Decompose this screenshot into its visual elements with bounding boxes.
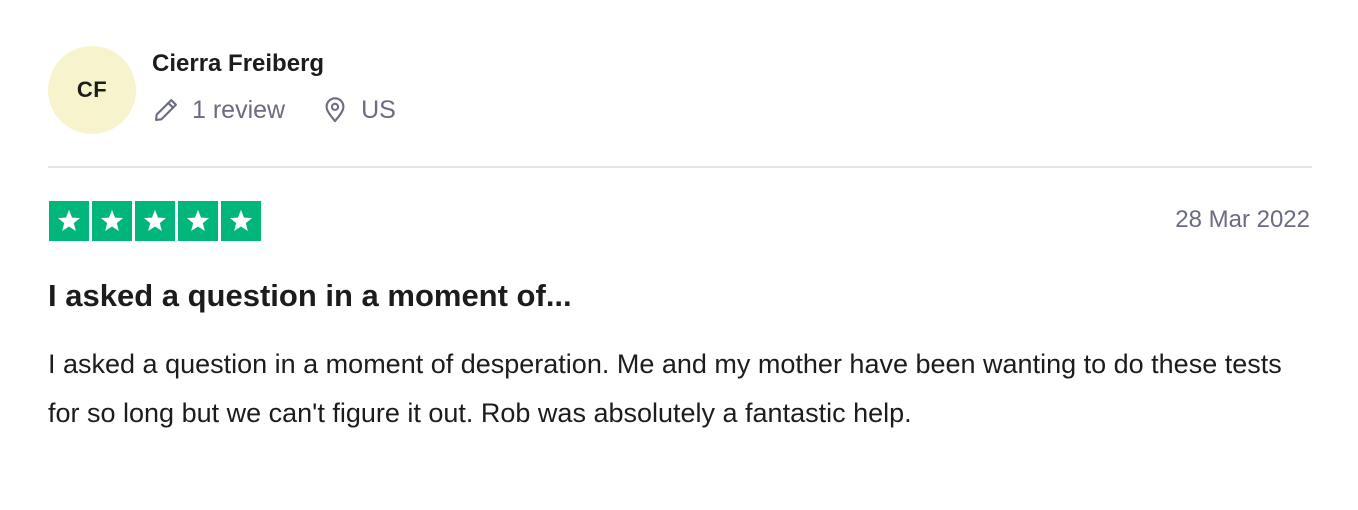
reviewer-name[interactable]: Cierra Freiberg bbox=[152, 50, 396, 78]
review-count: 1 review bbox=[152, 96, 285, 125]
pencil-icon bbox=[152, 96, 180, 124]
location-pin-icon bbox=[321, 96, 349, 124]
review-date: 28 Mar 2022 bbox=[1175, 206, 1310, 233]
avatar[interactable]: CF bbox=[48, 46, 136, 134]
reviewer-header: CF Cierra Freiberg 1 review US bbox=[48, 46, 396, 134]
review-text: I asked a question in a moment of desper… bbox=[48, 349, 1282, 428]
star-icon bbox=[135, 201, 175, 241]
review-count-label: 1 review bbox=[192, 95, 286, 124]
star-icon bbox=[178, 201, 218, 241]
country-label: US bbox=[361, 95, 396, 124]
star-icon bbox=[221, 201, 261, 241]
reviewer-info: Cierra Freiberg 1 review US bbox=[152, 50, 396, 125]
reviewer-meta: 1 review US bbox=[152, 96, 396, 125]
reviewer-location: US bbox=[321, 96, 396, 125]
star-rating bbox=[49, 201, 261, 241]
star-icon bbox=[92, 201, 132, 241]
review-card: CF Cierra Freiberg 1 review US 28 Mar 20… bbox=[0, 0, 1358, 510]
star-icon bbox=[49, 201, 89, 241]
review-title[interactable]: I asked a question in a moment of... bbox=[48, 278, 572, 314]
divider bbox=[48, 166, 1312, 168]
